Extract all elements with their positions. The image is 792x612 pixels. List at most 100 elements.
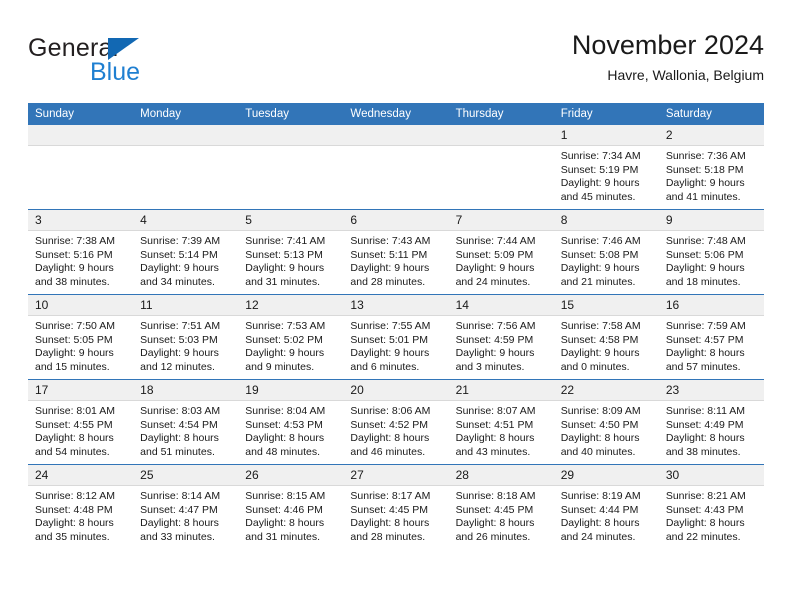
day-sun-info: Sunrise: 8:06 AM Sunset: 4:52 PM Daylight:… bbox=[343, 401, 448, 459]
calendar-day-cell[interactable]: 10 Sunrise: 7:50 AM Sunset: 5:05 PM Dayligh… bbox=[28, 294, 134, 380]
sunset-time: Sunset: 5:01 PM bbox=[350, 333, 429, 346]
calendar-day-cell[interactable]: 8 Sunrise: 7:46 AM Sunset: 5:08 PM Daylight… bbox=[553, 209, 659, 295]
calendar-day-cell[interactable]: 20 Sunrise: 8:06 AM Sunset: 4:52 PM Dayligh… bbox=[343, 379, 449, 465]
sunrise-time: Sunrise: 8:03 AM bbox=[140, 405, 221, 417]
calendar-day-cell[interactable]: 7 Sunrise: 7:44 AM Sunset: 5:09 PM Daylight… bbox=[448, 209, 554, 295]
general-blue-logo[interactable]: General Blue bbox=[28, 34, 248, 90]
day-number: 3 bbox=[28, 210, 134, 231]
calendar-day-cell[interactable]: 12 Sunrise: 7:53 AM Sunset: 5:02 PM Dayligh… bbox=[238, 294, 344, 380]
day-sun-info: Sunrise: 7:56 AM Sunset: 4:59 PM Daylight:… bbox=[449, 316, 554, 374]
calendar-day-cell[interactable]: 17 Sunrise: 8:01 AM Sunset: 4:55 PM Dayligh… bbox=[28, 379, 134, 465]
calendar-header-row: Sunday Monday Tuesday Wednesday Thursday… bbox=[28, 103, 764, 125]
day-number bbox=[133, 125, 239, 146]
calendar-day-cell[interactable]: 1 Sunrise: 7:34 AM Sunset: 5:19 PM Daylight… bbox=[553, 124, 659, 210]
daylight-duration-line2: and 48 minutes. bbox=[245, 445, 320, 458]
daylight-duration-line2: and 57 minutes. bbox=[665, 360, 741, 373]
day-number: 28 bbox=[448, 465, 554, 486]
calendar-day-cell[interactable]: 19 Sunrise: 8:04 AM Sunset: 4:53 PM Dayligh… bbox=[238, 379, 344, 465]
day-sun-info: Sunrise: 7:41 AM Sunset: 5:13 PM Daylight:… bbox=[238, 231, 343, 289]
sunset-time: Sunset: 4:46 PM bbox=[245, 503, 323, 516]
day-number: 18 bbox=[133, 380, 239, 401]
sunset-time: Sunset: 5:02 PM bbox=[245, 333, 323, 346]
calendar-day-cell[interactable]: 22 Sunrise: 8:09 AM Sunset: 4:50 PM Dayligh… bbox=[553, 379, 659, 465]
day-sun-info: Sunrise: 8:03 AM Sunset: 4:54 PM Daylight:… bbox=[133, 401, 238, 459]
sunset-time: Sunset: 5:13 PM bbox=[245, 248, 323, 261]
page-header: General Blue November 2024 Havre, Wallon… bbox=[28, 28, 764, 94]
day-number: 25 bbox=[133, 465, 239, 486]
day-sun-info: Sunrise: 7:34 AM Sunset: 5:19 PM Daylight:… bbox=[554, 146, 659, 204]
daylight-duration-line2: and 24 minutes. bbox=[455, 275, 531, 288]
sunrise-time: Sunrise: 8:18 AM bbox=[455, 490, 536, 502]
sunset-time: Sunset: 4:44 PM bbox=[560, 503, 639, 516]
calendar-day-cell[interactable]: 23 Sunrise: 8:11 AM Sunset: 4:49 PM Dayligh… bbox=[658, 379, 764, 465]
sunrise-time: Sunrise: 8:09 AM bbox=[560, 405, 641, 417]
calendar-day-cell[interactable]: 11 Sunrise: 7:51 AM Sunset: 5:03 PM Dayligh… bbox=[133, 294, 239, 380]
daylight-duration-line1: Daylight: 8 hours bbox=[560, 432, 640, 444]
calendar-week-row: 24 Sunrise: 8:12 AM Sunset: 4:48 PM Dayligh… bbox=[28, 464, 764, 549]
day-number: 5 bbox=[238, 210, 344, 231]
calendar-day-cell[interactable]: 2 Sunrise: 7:36 AM Sunset: 5:18 PM Daylight… bbox=[658, 124, 764, 210]
day-sun-info: Sunrise: 7:55 AM Sunset: 5:01 PM Daylight:… bbox=[343, 316, 448, 374]
sunset-time: Sunset: 4:50 PM bbox=[560, 418, 639, 431]
sunset-time: Sunset: 5:06 PM bbox=[665, 248, 744, 261]
daylight-duration-line2: and 0 minutes. bbox=[560, 360, 630, 373]
daylight-duration-line1: Daylight: 9 hours bbox=[455, 347, 535, 359]
calendar-day-cell[interactable]: 13 Sunrise: 7:55 AM Sunset: 5:01 PM Dayligh… bbox=[343, 294, 449, 380]
sunrise-time: Sunrise: 8:17 AM bbox=[350, 490, 431, 502]
sunrise-time: Sunrise: 8:12 AM bbox=[35, 490, 115, 502]
calendar-day-cell[interactable]: 9 Sunrise: 7:48 AM Sunset: 5:06 PM Daylight… bbox=[658, 209, 764, 295]
day-number: 19 bbox=[238, 380, 344, 401]
daylight-duration-line2: and 28 minutes. bbox=[350, 530, 426, 543]
daylight-duration-line2: and 40 minutes. bbox=[560, 445, 636, 458]
calendar-day-cell[interactable]: 30 Sunrise: 8:21 AM Sunset: 4:43 PM Dayligh… bbox=[658, 464, 764, 549]
daylight-duration-line2: and 34 minutes. bbox=[140, 275, 215, 288]
daylight-duration-line2: and 24 minutes. bbox=[560, 530, 636, 543]
sunset-time: Sunset: 5:03 PM bbox=[140, 333, 218, 346]
day-number: 16 bbox=[658, 295, 764, 316]
weekday-header-tuesday: Tuesday bbox=[238, 103, 344, 125]
daylight-duration-line1: Daylight: 9 hours bbox=[350, 347, 430, 359]
calendar-day-cell[interactable]: 26 Sunrise: 8:15 AM Sunset: 4:46 PM Dayligh… bbox=[238, 464, 344, 549]
calendar-day-cell[interactable]: 15 Sunrise: 7:58 AM Sunset: 4:58 PM Dayligh… bbox=[553, 294, 659, 380]
day-number bbox=[28, 125, 134, 146]
calendar-day-cell[interactable]: 16 Sunrise: 7:59 AM Sunset: 4:57 PM Dayligh… bbox=[658, 294, 764, 380]
sunset-time: Sunset: 4:59 PM bbox=[455, 333, 534, 346]
day-number: 30 bbox=[658, 465, 764, 486]
calendar-day-cell[interactable]: 3 Sunrise: 7:38 AM Sunset: 5:16 PM Daylight… bbox=[28, 209, 134, 295]
sunrise-time: Sunrise: 7:36 AM bbox=[665, 150, 746, 162]
day-number: 13 bbox=[343, 295, 449, 316]
daylight-duration-line1: Daylight: 8 hours bbox=[35, 432, 114, 444]
calendar-day-cell[interactable]: 4 Sunrise: 7:39 AM Sunset: 5:14 PM Daylight… bbox=[133, 209, 239, 295]
calendar-day-cell[interactable]: 14 Sunrise: 7:56 AM Sunset: 4:59 PM Dayligh… bbox=[448, 294, 554, 380]
daylight-duration-line1: Daylight: 9 hours bbox=[560, 262, 640, 274]
day-sun-info: Sunrise: 8:07 AM Sunset: 4:51 PM Daylight:… bbox=[449, 401, 554, 459]
sunset-time: Sunset: 5:05 PM bbox=[35, 333, 113, 346]
daylight-duration-line1: Daylight: 9 hours bbox=[245, 347, 325, 359]
calendar-day-cell[interactable]: 18 Sunrise: 8:03 AM Sunset: 4:54 PM Dayligh… bbox=[133, 379, 239, 465]
daylight-duration-line2: and 12 minutes. bbox=[140, 360, 215, 373]
calendar-day-cell[interactable]: 21 Sunrise: 8:07 AM Sunset: 4:51 PM Dayligh… bbox=[448, 379, 554, 465]
daylight-duration-line1: Daylight: 8 hours bbox=[560, 517, 640, 529]
sunset-time: Sunset: 5:09 PM bbox=[455, 248, 534, 261]
calendar-day-cell[interactable]: 6 Sunrise: 7:43 AM Sunset: 5:11 PM Daylight… bbox=[343, 209, 449, 295]
calendar-day-cell[interactable]: 5 Sunrise: 7:41 AM Sunset: 5:13 PM Daylight… bbox=[238, 209, 344, 295]
weekday-header-saturday: Saturday bbox=[658, 103, 764, 125]
sunrise-time: Sunrise: 7:43 AM bbox=[350, 235, 431, 247]
calendar-day-cell[interactable]: 25 Sunrise: 8:14 AM Sunset: 4:47 PM Dayligh… bbox=[133, 464, 239, 549]
daylight-duration-line2: and 15 minutes. bbox=[35, 360, 110, 373]
daylight-duration-line2: and 3 minutes. bbox=[455, 360, 525, 373]
sunrise-time: Sunrise: 7:55 AM bbox=[350, 320, 431, 332]
day-sun-info: Sunrise: 7:48 AM Sunset: 5:06 PM Daylight:… bbox=[659, 231, 764, 289]
daylight-duration-line2: and 18 minutes. bbox=[665, 275, 741, 288]
calendar-day-cell[interactable]: 29 Sunrise: 8:19 AM Sunset: 4:44 PM Dayligh… bbox=[553, 464, 659, 549]
day-number: 24 bbox=[28, 465, 134, 486]
daylight-duration-line1: Daylight: 8 hours bbox=[140, 517, 219, 529]
daylight-duration-line1: Daylight: 8 hours bbox=[350, 517, 430, 529]
calendar-day-cell[interactable]: 24 Sunrise: 8:12 AM Sunset: 4:48 PM Dayligh… bbox=[28, 464, 134, 549]
title-block: November 2024 Havre, Wallonia, Belgium bbox=[572, 28, 764, 86]
daylight-duration-line2: and 31 minutes. bbox=[245, 275, 320, 288]
calendar-day-cell[interactable]: 28 Sunrise: 8:18 AM Sunset: 4:45 PM Dayligh… bbox=[448, 464, 554, 549]
calendar-day-cell-empty bbox=[28, 124, 134, 210]
calendar-day-cell[interactable]: 27 Sunrise: 8:17 AM Sunset: 4:45 PM Dayligh… bbox=[343, 464, 449, 549]
day-sun-info: Sunrise: 7:44 AM Sunset: 5:09 PM Daylight:… bbox=[449, 231, 554, 289]
